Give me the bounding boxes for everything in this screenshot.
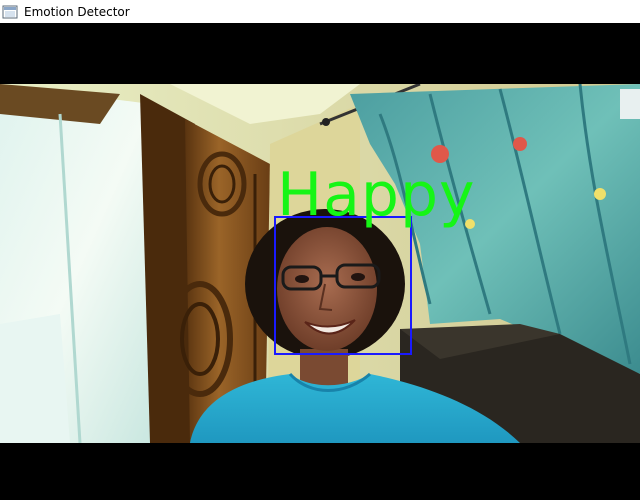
window-app-icon [2,4,18,20]
letterbox-bottom [0,443,640,500]
emotion-detector-window: Emotion Detector Happy [0,0,640,500]
letterbox-top [0,23,640,84]
window-title: Emotion Detector [24,4,130,19]
title-bar[interactable]: Emotion Detector [0,0,640,23]
face-detection-box [274,216,412,355]
emotion-label: Happy [277,160,476,230]
